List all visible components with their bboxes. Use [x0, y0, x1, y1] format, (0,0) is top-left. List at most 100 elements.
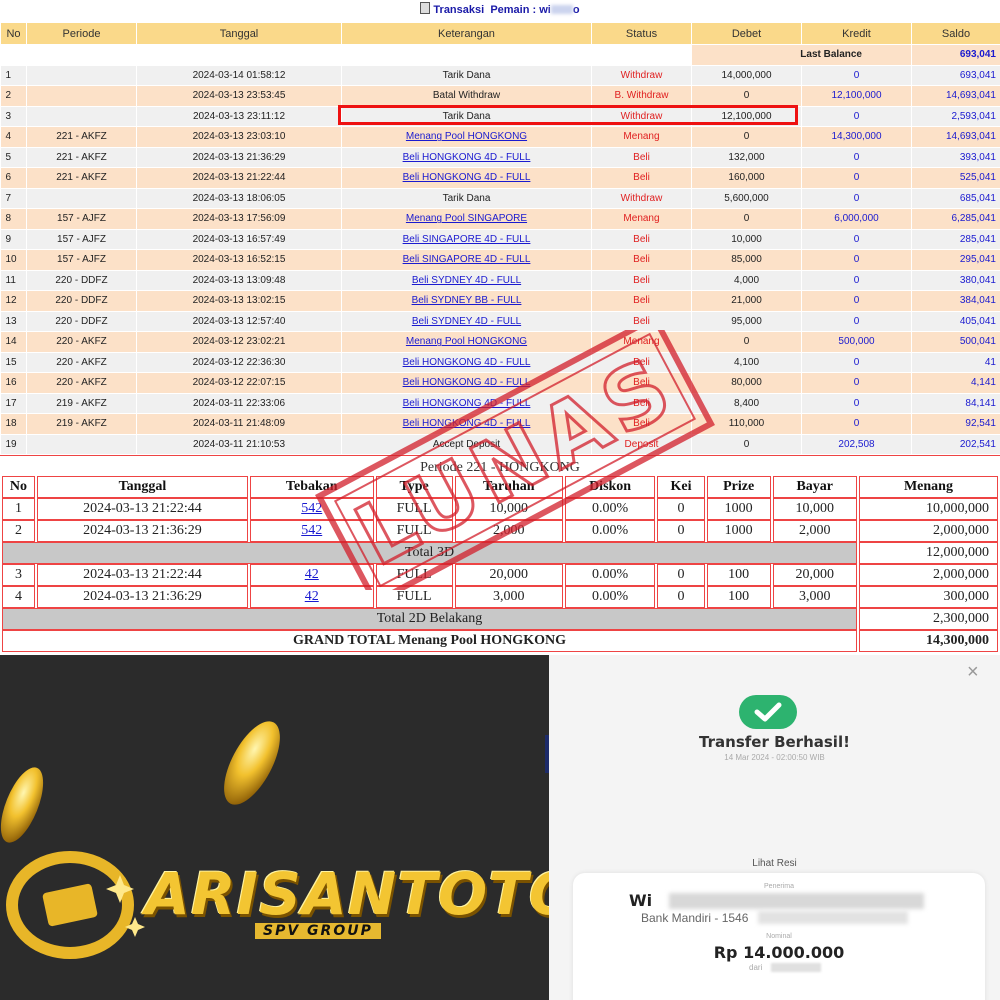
bet-cell-menang: 10,000,000: [858, 498, 998, 520]
cell-debet: 4,000: [691, 270, 802, 291]
cell-periode: [26, 85, 137, 107]
cell-saldo: 2,593,041: [911, 106, 1000, 127]
cell-kredit: 0: [801, 352, 912, 373]
cell-tanggal: 2024-03-13 13:02:15: [136, 290, 342, 312]
description-link[interactable]: Beli SYDNEY BB - FULL: [412, 295, 522, 306]
bet-cell-bayar: 10,000: [772, 498, 857, 520]
cell-kredit: 14,300,000: [801, 126, 912, 148]
bet-row: 4 2024-03-13 21:36:29 42 FULL 3,000 0.00% 0 100…: [2, 586, 998, 608]
transaction-row: 7 2024-03-13 18:06:05 Tarik Dana Withdraw 5,…: [0, 188, 1000, 209]
cell-ket: Menang Pool HONGKONG: [341, 126, 592, 148]
cell-no: 11: [0, 270, 27, 291]
cell-ket: Beli HONGKONG 4D - FULL: [341, 372, 592, 394]
bet-cell-taruhan: 3,000: [454, 586, 563, 608]
description-link[interactable]: Menang Pool HONGKONG: [406, 336, 527, 347]
bet-cell-no: 1: [2, 498, 35, 520]
cell-periode: 219 - AKFZ: [26, 413, 137, 435]
description-link[interactable]: Beli SINGAPORE 4D - FULL: [403, 234, 531, 245]
description-link[interactable]: Beli SYDNEY 4D - FULL: [412, 275, 521, 286]
cell-tanggal: 2024-03-13 21:36:29: [136, 147, 342, 168]
cell-periode: 219 - AKFZ: [26, 393, 137, 414]
bet-cell-kei: 0: [657, 498, 705, 520]
cell-tanggal: 2024-03-14 01:58:12: [136, 65, 342, 86]
cell-debet: 0: [691, 85, 802, 107]
cell-tanggal: 2024-03-13 23:53:45: [136, 85, 342, 107]
description-link[interactable]: Beli SINGAPORE 4D - FULL: [403, 254, 531, 265]
transaction-row: 8 157 - AJFZ 2024-03-13 17:56:09 Menang Poo…: [0, 208, 1000, 230]
title-prefix: Transaksi: [433, 4, 485, 16]
cell-debet: 14,000,000: [691, 65, 802, 86]
transaction-row: 2 2024-03-13 23:53:45 Batal Withdraw B. Wit…: [0, 85, 1000, 107]
description-link[interactable]: Beli HONGKONG 4D - FULL: [403, 398, 531, 409]
cell-ket: Tarik Dana: [341, 188, 592, 209]
cell-ket: Beli SYDNEY 4D - FULL: [341, 270, 592, 291]
column-header: Keterangan: [341, 22, 592, 45]
description-link[interactable]: Beli SYDNEY 4D - FULL: [412, 316, 521, 327]
cell-debet: 160,000: [691, 167, 802, 189]
from-account-blur: [771, 963, 821, 972]
cell-debet: 21,000: [691, 290, 802, 312]
description-link[interactable]: Beli HONGKONG 4D - FULL: [403, 172, 531, 183]
cell-kredit: 0: [801, 229, 912, 250]
beneficiary-bank: Bank Mandiri - 1546: [641, 911, 749, 925]
close-icon[interactable]: ×: [967, 661, 979, 684]
cell-no: 2: [0, 85, 27, 107]
column-header: Kredit: [801, 22, 912, 45]
transaction-row: 19 2024-03-11 21:10:53 Accept Deposit Depos…: [0, 434, 1000, 455]
cell-debet: 5,600,000: [691, 188, 802, 209]
cell-saldo: 6,285,041: [911, 208, 1000, 230]
cell-periode: 157 - AJFZ: [26, 229, 137, 250]
bet-cell-kei: 0: [657, 586, 705, 608]
cell-tanggal: 2024-03-11 22:33:06: [136, 393, 342, 414]
nominal-label: Nominal: [766, 933, 792, 940]
transaction-row: 16 220 - AKFZ 2024-03-12 22:07:15 Beli HONG…: [0, 372, 1000, 394]
cell-ket: Beli HONGKONG 4D - FULL: [341, 167, 592, 189]
transaction-row: 18 219 - AKFZ 2024-03-11 21:48:09 Beli HONG…: [0, 413, 1000, 435]
cell-saldo: 405,041: [911, 311, 1000, 332]
total-label: Total 3D: [2, 542, 857, 564]
guess-link[interactable]: 542: [301, 501, 322, 516]
guess-link[interactable]: 542: [301, 523, 322, 538]
description-link[interactable]: Menang Pool SINGAPORE: [406, 213, 527, 224]
description-link[interactable]: Menang Pool HONGKONG: [406, 131, 527, 142]
total-value: 2,300,000: [858, 608, 998, 630]
bet-cell-diskon: 0.00%: [564, 520, 656, 542]
transaction-row: 17 219 - AKFZ 2024-03-11 22:33:06 Beli HONG…: [0, 393, 1000, 414]
cell-ket: Accept Deposit: [341, 434, 592, 455]
column-header: Tanggal: [136, 22, 342, 45]
logo-emblem: [42, 883, 98, 927]
cell-no: 5: [0, 147, 27, 168]
bet-cell-no: 4: [2, 586, 35, 608]
transaction-row: 13 220 - DDFZ 2024-03-13 12:57:40 Beli SYDN…: [0, 311, 1000, 332]
transaction-row: 12 220 - DDFZ 2024-03-13 13:02:15 Beli SYDN…: [0, 290, 1000, 312]
bet-row: 3 2024-03-13 21:22:44 42 FULL 20,000 0.00% 0 10…: [2, 564, 998, 586]
description-link[interactable]: Beli HONGKONG 4D - FULL: [403, 152, 531, 163]
guess-link[interactable]: 42: [305, 567, 319, 582]
description-link[interactable]: Beli HONGKONG 4D - FULL: [403, 357, 531, 368]
column-header: Debet: [691, 22, 802, 45]
cell-ket: Beli SINGAPORE 4D - FULL: [341, 249, 592, 271]
total-value: 14,300,000: [858, 630, 998, 652]
cell-ket: Beli HONGKONG 4D - FULL: [341, 393, 592, 414]
period-title: Periode 221 - HONGKONG: [0, 455, 1000, 478]
cell-status: Menang: [591, 331, 692, 353]
description-link[interactable]: Beli HONGKONG 4D - FULL: [403, 418, 531, 429]
bet-cell-tebakan: 42: [249, 564, 374, 586]
cell-periode: 220 - AKFZ: [26, 372, 137, 394]
cell-kredit: 0: [801, 311, 912, 332]
description-link[interactable]: Beli HONGKONG 4D - FULL: [403, 377, 531, 388]
cell-saldo: 295,041: [911, 249, 1000, 271]
cell-kredit: 0: [801, 65, 912, 86]
cell-tanggal: 2024-03-11 21:48:09: [136, 413, 342, 435]
cell-periode: 220 - AKFZ: [26, 331, 137, 353]
cell-tanggal: 2024-03-13 17:56:09: [136, 208, 342, 230]
coin-icon: [0, 767, 44, 843]
cell-periode: [26, 434, 137, 455]
cell-kredit: 0: [801, 393, 912, 414]
cell-status: Withdraw: [591, 65, 692, 86]
bet-cell-tanggal: 2024-03-13 21:36:29: [36, 520, 248, 542]
cell-saldo: 393,041: [911, 147, 1000, 168]
guess-link[interactable]: 42: [305, 589, 319, 604]
cell-status: Beli: [591, 311, 692, 332]
view-receipt-link[interactable]: Lihat Resi: [549, 858, 1000, 869]
